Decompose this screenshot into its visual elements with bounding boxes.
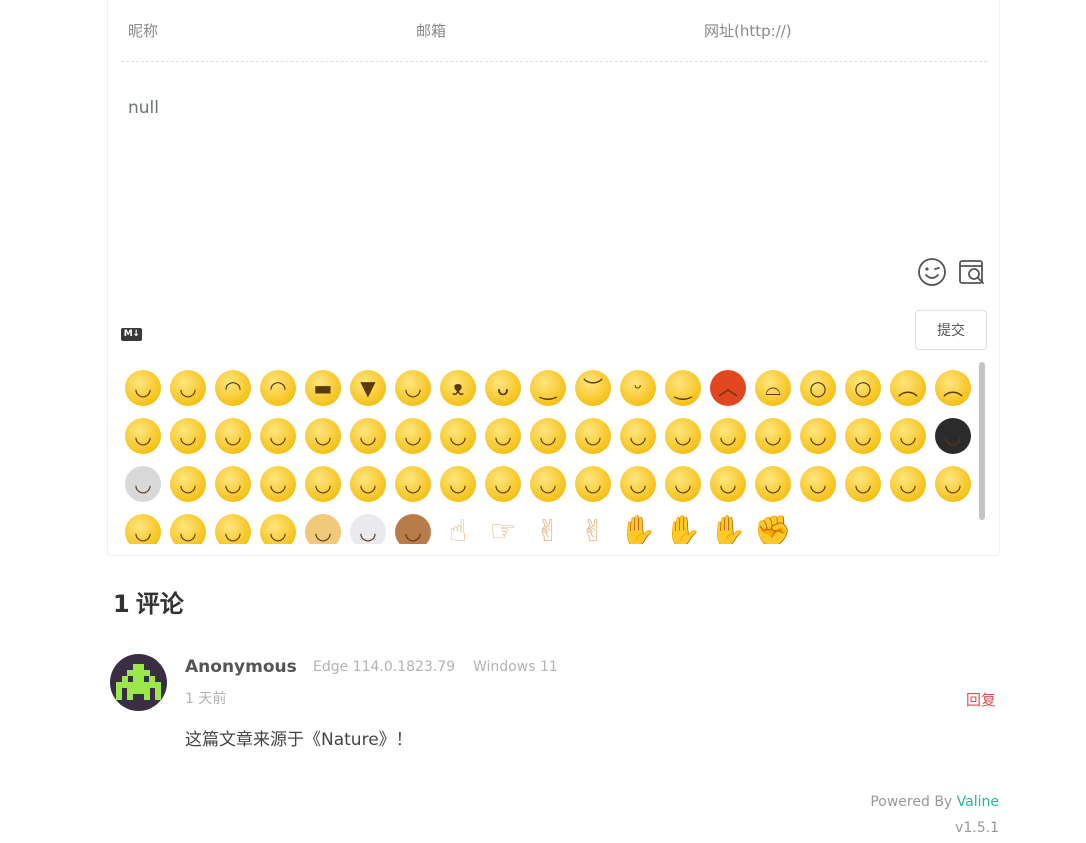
avatar <box>110 654 167 711</box>
emoji-hammer-icon[interactable]: ◡ <box>845 466 881 502</box>
emoji-cat-icon[interactable]: ◡ <box>395 514 431 544</box>
emoji-worried-icon[interactable]: ⌓ <box>755 370 791 406</box>
emoji-zip-mouth-icon[interactable]: ◡ <box>215 466 251 502</box>
emoji-tears-joy-icon[interactable]: ◡ <box>395 370 431 406</box>
comment-content: 这篇文章来源于《Nature》！ <box>185 730 413 750</box>
emoji-facepalm-icon[interactable]: ◡ <box>215 418 251 454</box>
emoji-cheesy-icon[interactable]: ◡ <box>485 418 521 454</box>
emoji-mask-icon[interactable]: ◡ <box>395 466 431 502</box>
emoji-laugh-icon[interactable]: ▼ <box>350 370 386 406</box>
emoji-yawn-icon[interactable]: ◡ <box>125 514 161 544</box>
emoji-scrollbar[interactable] <box>979 362 985 520</box>
emoji-money-icon[interactable]: ◡ <box>935 466 971 502</box>
emoji-grin-icon[interactable]: ▬ <box>305 370 341 406</box>
emoji-shy-icon[interactable]: ◠ <box>215 370 251 406</box>
emoji-scared-icon[interactable]: ○ <box>800 370 836 406</box>
emoji-lick-icon[interactable]: ᴗ <box>485 370 521 406</box>
emoji-squint-icon[interactable]: ◡ <box>170 514 206 544</box>
emoji-cover-mouth-icon[interactable]: ◠ <box>260 370 296 406</box>
emoji-kiss-heart-icon[interactable]: ◡ <box>260 418 296 454</box>
emoji-confused-icon[interactable]: ◡ <box>305 466 341 502</box>
emoji-heart-tongue-icon[interactable]: ◡ <box>440 418 476 454</box>
emoji-dog-icon[interactable]: ◡ <box>305 514 341 544</box>
emoji-angry-icon[interactable]: ︿ <box>710 370 746 406</box>
comment-author: Anonymous <box>185 657 297 677</box>
emoji-drowsy-icon[interactable]: ◡ <box>215 514 251 544</box>
emoji-sick-icon[interactable]: ◡ <box>440 466 476 502</box>
preview-toggle-icon[interactable] <box>957 257 987 287</box>
emoji-shh-icon[interactable]: ᵕ <box>620 370 656 406</box>
emoji-sad-surprised-icon[interactable]: ◡ <box>260 466 296 502</box>
comment-browser: Edge 114.0.1823.79 <box>313 659 456 675</box>
emoji-sleepy-icon[interactable]: ◡ <box>845 418 881 454</box>
emoji-rofl-icon[interactable]: ◡ <box>125 418 161 454</box>
version-label: v1.5.1 <box>955 820 999 836</box>
powered-by: Powered By Valine <box>870 794 999 810</box>
emoji-puzzled-icon[interactable]: ◡ <box>800 466 836 502</box>
emoji-wow-icon[interactable]: ◡ <box>395 418 431 454</box>
emoji-pleading-icon[interactable]: ︵ <box>890 370 926 406</box>
email-input[interactable] <box>409 1 679 61</box>
website-input[interactable] <box>697 1 967 61</box>
emoji-sweat-icon[interactable]: ︶ <box>575 370 611 406</box>
comment-header-fields <box>121 1 987 62</box>
nickname-input[interactable] <box>121 1 391 61</box>
emoji-bang-icon[interactable]: ◡ <box>890 466 926 502</box>
emoji-wave-icon[interactable]: ✋ <box>709 514 746 545</box>
emoji-unamused-icon[interactable]: ‿ <box>530 370 566 406</box>
emoji-wink-smile-icon[interactable]: ◡ <box>305 418 341 454</box>
emoji-vomit-icon[interactable]: ◡ <box>350 466 386 502</box>
emoji-relieved-icon[interactable]: ◡ <box>575 418 611 454</box>
comment-editor[interactable]: null <box>128 98 159 118</box>
emoji-shocked-icon[interactable]: ○ <box>845 370 881 406</box>
emoji-dizzy-eyes-icon[interactable]: ◡ <box>755 418 791 454</box>
invader-avatar-icon <box>116 664 161 700</box>
comment-form-panel: null M↓ 提交 ◡◡◠◠▬▼◡ᴥᴗ‿︶ᵕ‿︿⌓○○︵︵◡◡◡◡◡◡◡◡◡◡… <box>107 0 1000 556</box>
reply-button[interactable]: 回复 <box>966 689 996 710</box>
emoji-eye-roll-icon[interactable]: ◡ <box>575 466 611 502</box>
submit-button[interactable]: 提交 <box>915 310 987 350</box>
valine-link[interactable]: Valine <box>957 794 999 810</box>
emoji-question-icon[interactable]: ◡ <box>800 418 836 454</box>
emoji-thinking-icon[interactable]: ◡ <box>620 418 656 454</box>
markdown-icon[interactable]: M↓ <box>121 328 142 341</box>
emoji-yeah-icon[interactable]: ✌ <box>530 514 566 545</box>
emoji-smirk-icon[interactable]: ◡ <box>530 418 566 454</box>
emoji-sob-icon[interactable]: ◡ <box>710 466 746 502</box>
emoji-skull-icon[interactable]: ◡ <box>125 466 161 502</box>
emoji-tear-dark-icon[interactable]: ◡ <box>935 418 971 454</box>
comment-count-label: 评论 <box>135 590 184 618</box>
emoji-crying-icon[interactable]: ︵ <box>935 370 971 406</box>
comment-count: 1 <box>113 590 130 618</box>
emoji-blush-icon[interactable]: ◡ <box>170 370 206 406</box>
emoji-cheer-icon[interactable]: ◡ <box>530 466 566 502</box>
comment-time: 1 天前 <box>185 691 227 707</box>
emoji-smile-icon[interactable]: ◡ <box>125 370 161 406</box>
comment-os: Windows 11 <box>473 659 558 675</box>
emoji-hug-icon[interactable]: ◡ <box>260 514 296 544</box>
emoji-toggle-icon[interactable] <box>917 257 947 287</box>
emoji-cool-icon[interactable]: ◡ <box>665 418 701 454</box>
powered-prefix: Powered By <box>870 794 957 810</box>
comment-count-heading: 1 评论 <box>113 584 184 619</box>
emoji-spiral-icon[interactable]: ◡ <box>890 418 926 454</box>
emoji-panda-icon[interactable]: ◡ <box>350 514 386 544</box>
emoji-shake-icon[interactable]: ✋ <box>619 514 656 545</box>
emoji-ok-hand-icon[interactable]: ✋ <box>664 514 701 545</box>
emoji-peace-icon[interactable]: ✌ <box>575 514 611 545</box>
emoji-fist-icon[interactable]: ✊ <box>754 514 791 545</box>
emoji-hmm-icon[interactable]: ◡ <box>170 466 206 502</box>
emoji-thumbs-up-icon[interactable]: ☝ <box>440 514 476 545</box>
emoji-blissful-icon[interactable]: ◡ <box>170 418 206 454</box>
emoji-point-right-icon[interactable]: ☞ <box>485 514 521 545</box>
emoji-star-face-icon[interactable]: ‿ <box>665 370 701 406</box>
emoji-tilt-icon[interactable]: ◡ <box>620 466 656 502</box>
emoji-rage-icon[interactable]: ◡ <box>755 466 791 502</box>
emoji-picker: ◡ ◡ ◠ ◠ ▬ ▼ ◡ ᴥ ᴗ ‿ ︶ ᵕ ‿ ︿ ⌓ ○ ○ ︵ ︵ ◡ ◡ ◡ ◡ ◡ ◡ ◡ ◡ ◡ ◡ ◡ ◡ ◡ ◡ ◡ ◡ ◡ ◡ ◡ ◡ ◡… <box>121 362 990 544</box>
emoji-tongue-icon[interactable]: ᴥ <box>440 370 476 406</box>
emoji-tilt-right-icon[interactable]: ◡ <box>665 466 701 502</box>
emoji-nerd-icon[interactable]: ◡ <box>710 418 746 454</box>
emoji-clap-icon[interactable]: ◡ <box>485 466 521 502</box>
emoji-heart-eyes-icon[interactable]: ◡ <box>350 418 386 454</box>
